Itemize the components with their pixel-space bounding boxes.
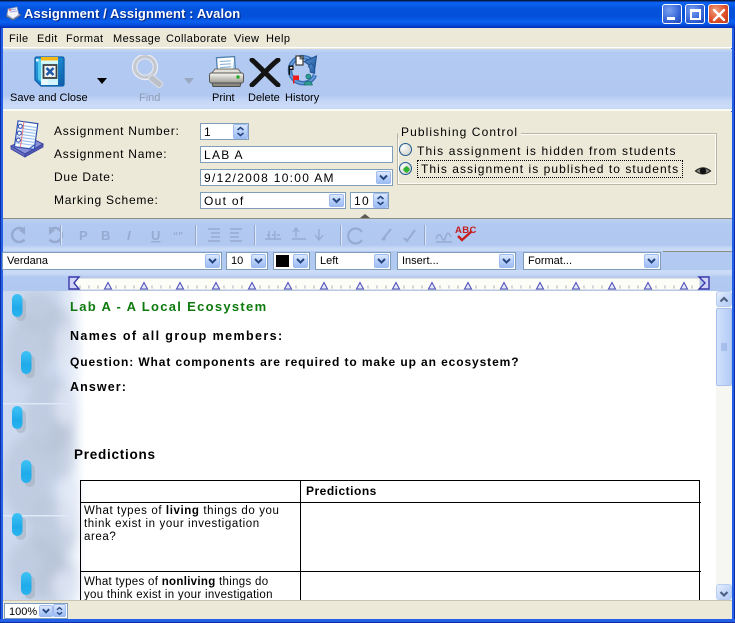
svg-text:P: P xyxy=(79,228,88,243)
svg-text:B: B xyxy=(101,228,110,243)
svg-text:“”: “” xyxy=(173,231,183,242)
svg-text:U: U xyxy=(151,228,160,243)
svg-text:I: I xyxy=(127,228,131,243)
svg-text:ABC: ABC xyxy=(455,225,477,236)
